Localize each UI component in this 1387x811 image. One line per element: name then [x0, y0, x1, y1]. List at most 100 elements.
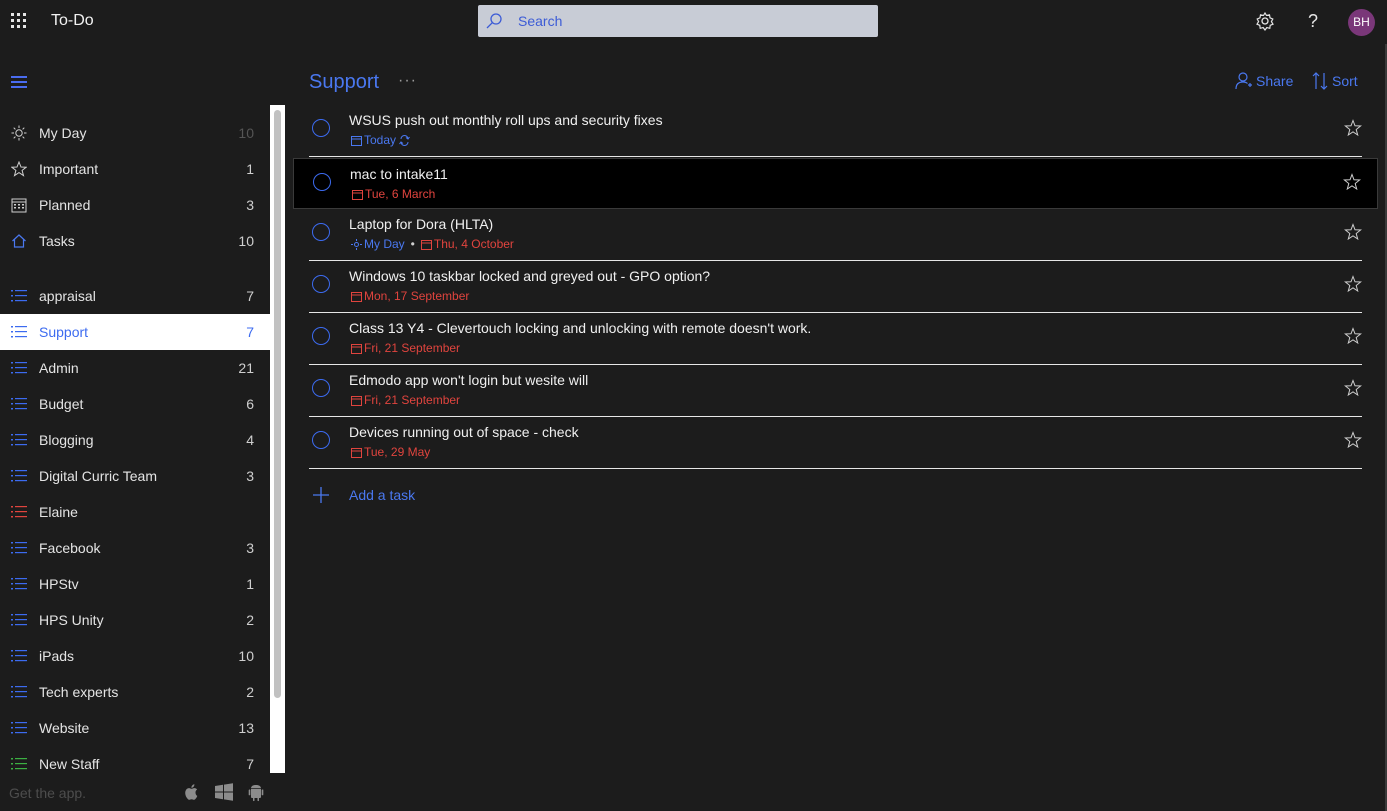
sidebar-scrollbar-thumb[interactable]: [274, 110, 281, 698]
sort-label: Sort: [1332, 73, 1358, 89]
calendar-icon: [351, 344, 362, 354]
complete-task-checkbox[interactable]: [312, 119, 330, 137]
sidebar: My Day 10 Important 1 Planned 3 Tasks 10…: [0, 105, 270, 773]
star-icon[interactable]: [1344, 327, 1362, 345]
sidebar-item-my-day[interactable]: My Day 10: [0, 115, 270, 151]
app-title[interactable]: To-Do: [51, 12, 94, 30]
star-icon[interactable]: [1344, 119, 1362, 137]
sidebar-item-tasks[interactable]: Tasks 10: [0, 223, 270, 259]
star-icon[interactable]: [1344, 431, 1362, 449]
task-row[interactable]: Laptop for Dora (HLTA) My Day • Thu, 4 Octo…: [309, 209, 1362, 261]
sidebar-item-count: 6: [246, 396, 254, 412]
sidebar-item-label: Support: [39, 324, 89, 340]
star-icon[interactable]: [1344, 379, 1362, 397]
list-icon: [11, 650, 27, 662]
list-icon: [11, 398, 27, 410]
sidebar-item-facebook[interactable]: Facebook 3: [0, 530, 270, 566]
sidebar-item-label: Website: [39, 720, 90, 736]
task-meta-row: Today: [351, 133, 418, 147]
list-icon: [11, 758, 27, 770]
star-icon[interactable]: [1343, 173, 1361, 191]
help-icon[interactable]: ?: [1302, 10, 1324, 32]
sidebar-item-label: Tech experts: [39, 684, 119, 700]
task-row[interactable]: Edmodo app won't login but wesite will Fr…: [309, 365, 1362, 417]
task-title: Laptop for Dora (HLTA): [349, 216, 494, 232]
avatar[interactable]: BH: [1348, 9, 1375, 36]
calendar-icon: [351, 396, 362, 406]
sidebar-item-count: 7: [246, 756, 254, 772]
apple-icon[interactable]: [182, 782, 202, 802]
sidebar-item-tech-experts[interactable]: Tech experts 2: [0, 674, 270, 710]
waffle-icon[interactable]: [11, 13, 27, 29]
task-row[interactable]: Devices running out of space - check Tue,…: [309, 417, 1362, 469]
sidebar-item-count: 10: [238, 233, 254, 249]
task-meta-text: Fri, 21 September: [364, 341, 461, 355]
sidebar-item-count: 2: [246, 612, 254, 628]
sidebar-item-label: iPads: [39, 648, 75, 664]
separator-dot: •: [410, 237, 415, 251]
complete-task-checkbox[interactable]: [312, 223, 330, 241]
sidebar-item-elaine[interactable]: Elaine: [0, 494, 270, 530]
sidebar-item-count: 2: [246, 684, 254, 700]
get-app-label[interactable]: Get the app.: [9, 785, 86, 801]
task-meta-row: Fri, 21 September: [351, 341, 466, 355]
sidebar-item-hpstv[interactable]: HPStv 1: [0, 566, 270, 602]
list-icon: [11, 434, 27, 446]
sidebar-item-label: Digital Curric Team: [39, 468, 157, 484]
star-icon[interactable]: [1344, 223, 1362, 241]
sun-icon: [351, 239, 362, 250]
sidebar-item-label: Facebook: [39, 540, 101, 556]
task-meta-text: My Day: [364, 237, 405, 251]
search-input[interactable]: [518, 5, 868, 37]
list-icon: [11, 686, 27, 698]
sidebar-item-count: 3: [246, 197, 254, 213]
complete-task-checkbox[interactable]: [312, 275, 330, 293]
page-title[interactable]: Support: [309, 71, 379, 94]
sidebar-item-admin[interactable]: Admin 21: [0, 350, 270, 386]
calendar-icon: [352, 190, 363, 200]
sidebar-item-digital-curric-team[interactable]: Digital Curric Team 3: [0, 458, 270, 494]
sort-icon: [1312, 72, 1328, 90]
sidebar-item-label: Planned: [39, 197, 91, 213]
more-options-button[interactable]: ···: [398, 72, 417, 90]
complete-task-checkbox[interactable]: [312, 327, 330, 345]
sidebar-item-count: 7: [246, 288, 254, 304]
sidebar-item-ipads[interactable]: iPads 10: [0, 638, 270, 674]
gear-icon[interactable]: [1254, 10, 1276, 32]
task-row[interactable]: Windows 10 taskbar locked and greyed out…: [309, 261, 1362, 313]
sidebar-item-budget[interactable]: Budget 6: [0, 386, 270, 422]
plus-icon: [313, 487, 329, 503]
task-title: Windows 10 taskbar locked and greyed out…: [349, 268, 711, 284]
task-meta: Thu, 4 October: [420, 237, 514, 251]
get-app-bar: Get the app.: [0, 773, 285, 811]
android-icon[interactable]: [246, 782, 266, 802]
list-icon: [11, 614, 27, 626]
list-icon: [11, 542, 27, 554]
complete-task-checkbox[interactable]: [312, 379, 330, 397]
task-meta: Today: [351, 133, 412, 147]
sidebar-item-blogging[interactable]: Blogging 4: [0, 422, 270, 458]
search-box[interactable]: [478, 5, 878, 37]
sidebar-item-website[interactable]: Website 13: [0, 710, 270, 746]
hamburger-menu-icon[interactable]: [11, 76, 27, 88]
task-meta-row: Mon, 17 September: [351, 289, 475, 303]
sidebar-item-planned[interactable]: Planned 3: [0, 187, 270, 223]
sidebar-item-count: 3: [246, 468, 254, 484]
task-row[interactable]: Class 13 Y4 - Clevertouch locking and un…: [309, 313, 1362, 365]
star-icon[interactable]: [1344, 275, 1362, 293]
windows-icon[interactable]: [214, 782, 234, 802]
complete-task-checkbox[interactable]: [312, 431, 330, 449]
complete-task-checkbox[interactable]: [313, 173, 331, 191]
sun-icon: [11, 125, 27, 141]
sidebar-item-appraisal[interactable]: appraisal 7: [0, 278, 270, 314]
sidebar-item-support[interactable]: Support 7: [0, 314, 270, 350]
task-row[interactable]: mac to intake11 Tue, 6 March: [293, 158, 1378, 209]
task-title: WSUS push out monthly roll ups and secur…: [349, 112, 663, 128]
sidebar-item-important[interactable]: Important 1: [0, 151, 270, 187]
task-row[interactable]: WSUS push out monthly roll ups and secur…: [309, 105, 1362, 157]
list-icon: [11, 506, 27, 518]
sidebar-item-hps-unity[interactable]: HPS Unity 2: [0, 602, 270, 638]
task-meta: Fri, 21 September: [351, 341, 460, 355]
sidebar-item-new-staff[interactable]: New Staff 7: [0, 746, 270, 773]
sidebar-item-label: My Day: [39, 125, 87, 141]
